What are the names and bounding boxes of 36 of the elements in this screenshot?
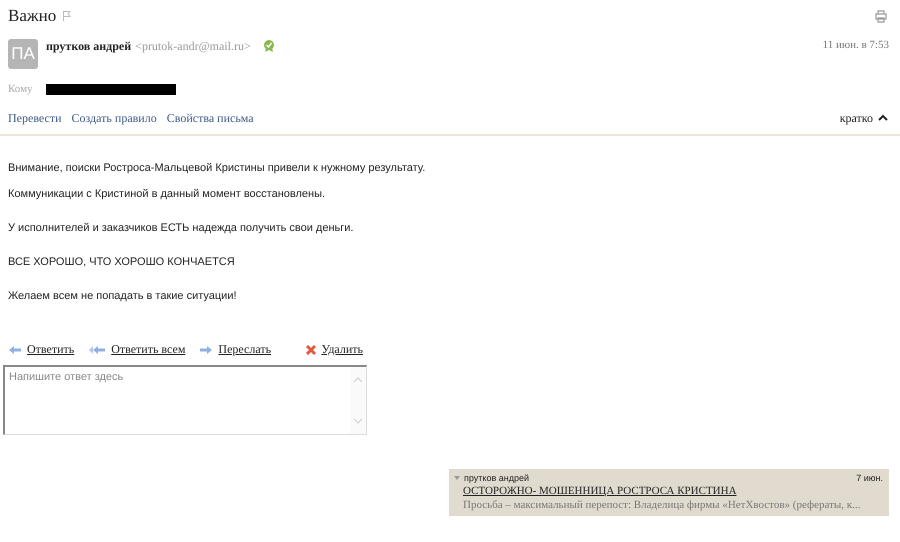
thread-message-card[interactable]: прутков андрей 7 июн. ОСТОРОЖНО- МОШЕННИЦА РОСТРОСА КРИСТИНА Просьба – максимальный перепост: Владелица фирмы «НетХвостов» (рефераты, к... — [449, 469, 889, 516]
thread-snippet: Просьба – максимальный перепост: Владелица фирмы «НетХвостов» (рефераты, к... — [463, 499, 862, 511]
reply-action-link[interactable]: Ответить всем — [88, 342, 186, 357]
cross-icon — [304, 344, 317, 356]
thread-sender: прутков андрей — [464, 473, 529, 483]
thread-subject-link[interactable]: ОСТОРОЖНО- МОШЕННИЦА РОСТРОСА КРИСТИНА — [463, 485, 883, 497]
chevron-up-icon — [878, 114, 888, 122]
message-paragraph: Внимание, поиски Ростроса-Мальцевой Кристины привели к нужному результату. — [8, 162, 426, 174]
message-paragraph: Коммуникации с Кристиной в данный момент восстановлены. — [8, 188, 326, 200]
reply-action-link[interactable]: Переслать — [199, 342, 272, 357]
verified-icon — [262, 39, 275, 53]
expand-icon[interactable] — [454, 476, 460, 480]
message-paragraph: У исполнителей и заказчиков ЕСТЬ надежда получить свои деньги. — [8, 222, 354, 234]
message-subject: Важно — [8, 6, 56, 26]
print-icon[interactable] — [874, 8, 888, 22]
message-action-link[interactable]: Создать правило — [72, 110, 157, 126]
message-action-link[interactable]: Свойства письма — [166, 110, 254, 126]
view-toggle[interactable]: кратко — [840, 110, 888, 126]
message-paragraph: ВСЕ ХОРОШО, ЧТО ХОРОШО КОНЧАЕТСЯ — [8, 256, 236, 268]
scroll-up-icon[interactable] — [353, 377, 363, 383]
arrow-left-icon — [8, 344, 22, 354]
arrow-right-icon — [199, 344, 214, 354]
recipient-label: Кому — [8, 83, 34, 95]
thread-date: 7 июн. — [856, 473, 883, 483]
message-action-link[interactable]: Перевести — [8, 110, 62, 126]
scroll-down-icon[interactable] — [353, 418, 363, 424]
double-arrow-left-icon — [88, 344, 106, 354]
reply-action-link[interactable]: Удалить — [304, 342, 363, 357]
message-date: 11 июн. в 7:53 — [822, 39, 889, 51]
sender-email: <prutok-andr@mail.ru> — [135, 39, 251, 54]
flag-icon[interactable] — [62, 10, 72, 22]
message-paragraph: Желаем всем не попадать в такие ситуации! — [8, 290, 238, 302]
sender-name[interactable]: прутков андрей — [46, 39, 132, 54]
reply-field[interactable]: Напишите ответ здесь — [3, 365, 367, 435]
sender-avatar: ПА — [8, 39, 38, 69]
reply-action-link[interactable]: Ответить — [8, 342, 74, 357]
